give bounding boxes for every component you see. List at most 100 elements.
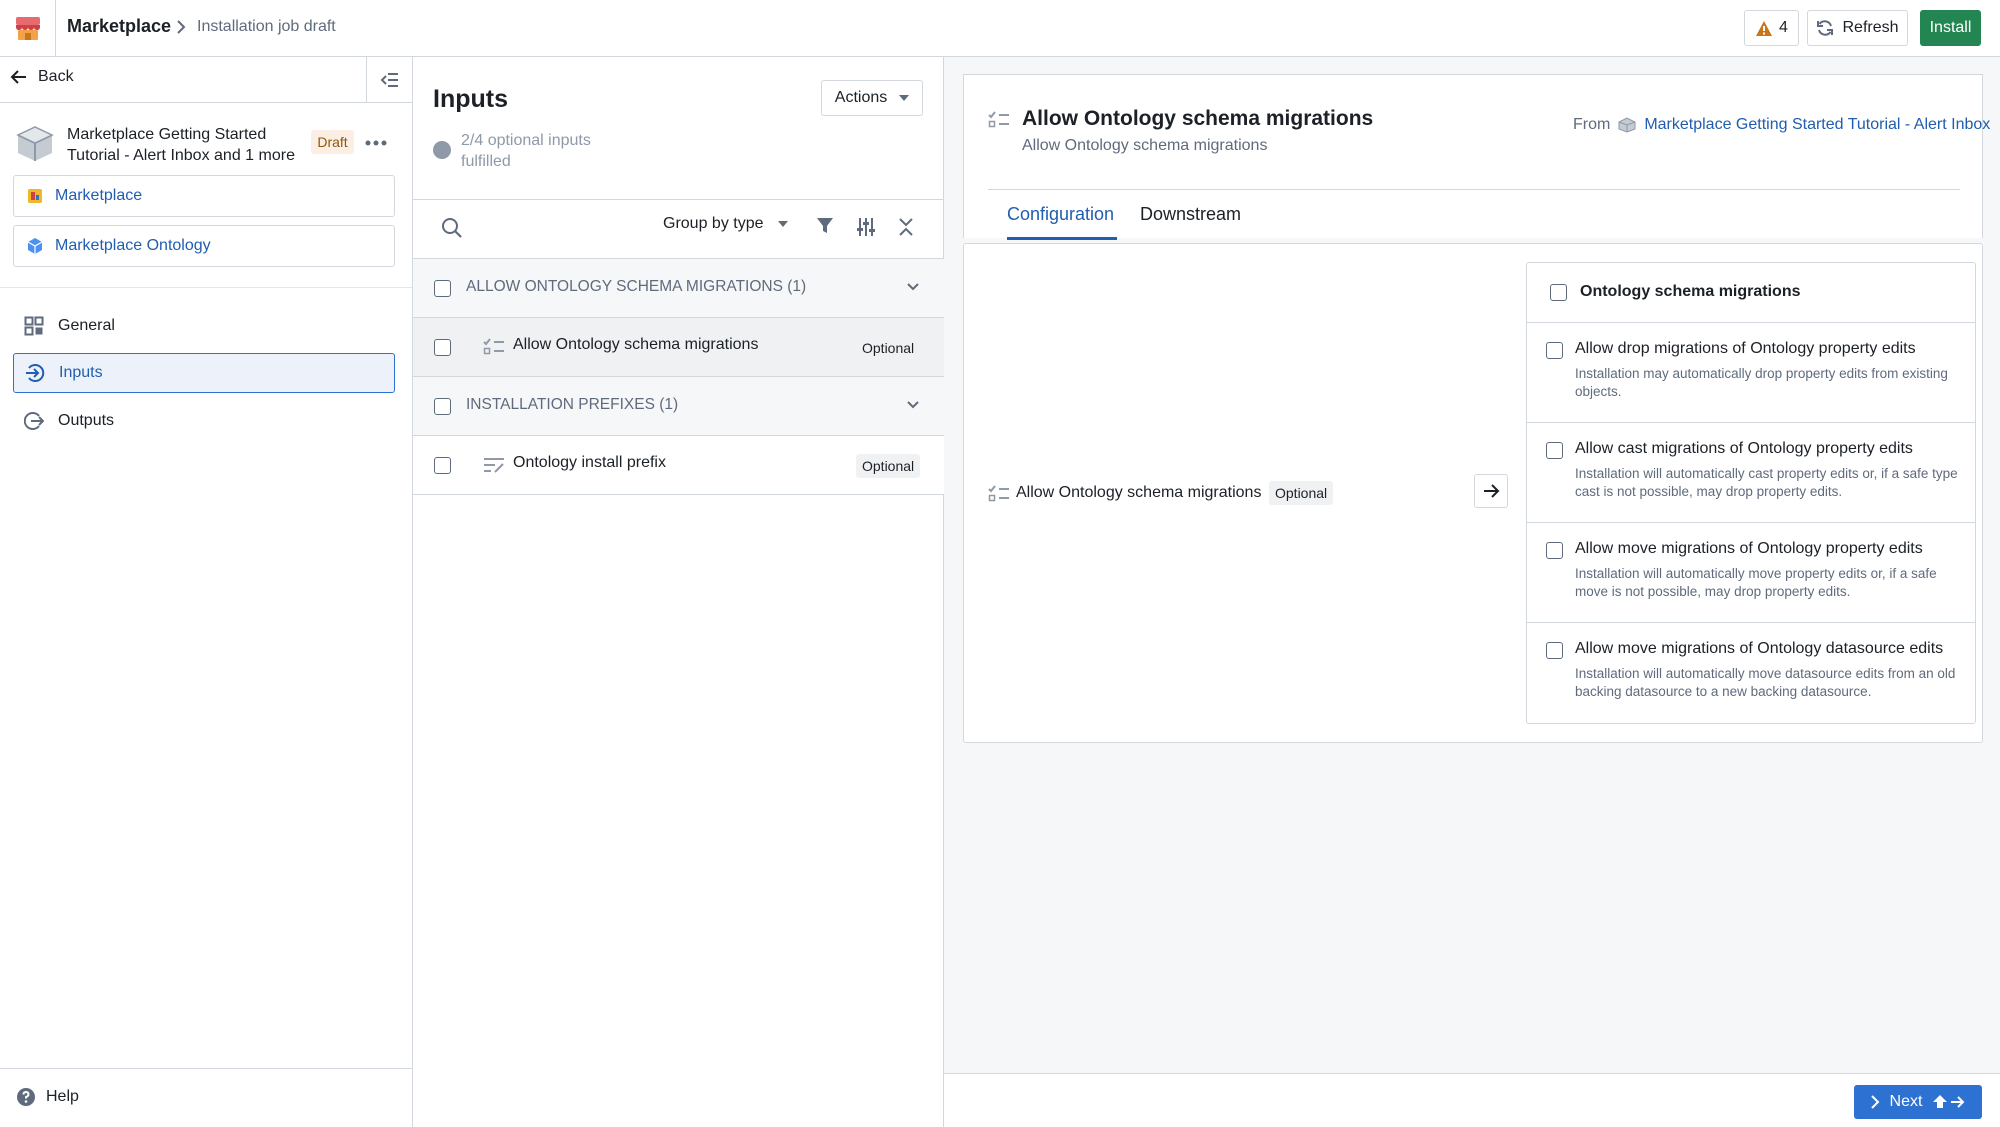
detail-header: Allow Ontology schema migrations Allow O… xyxy=(963,74,1990,240)
actions-label: Actions xyxy=(834,89,888,106)
warning-count: 4 xyxy=(1779,19,1788,36)
nav-label-general: General xyxy=(58,317,115,334)
option-row: Allow cast migrations of Ontology proper… xyxy=(1527,423,1975,523)
option-row: Allow drop migrations of Ontology proper… xyxy=(1527,323,1975,423)
optional-badge: Optional xyxy=(1269,481,1334,505)
item-checkbox[interactable] xyxy=(434,457,451,474)
filter-icon[interactable] xyxy=(816,217,834,235)
nav-label-outputs: Outputs xyxy=(58,412,115,429)
tab-downstream[interactable]: Downstream xyxy=(1140,204,1241,225)
source-reference: From Marketplace Getting Started Tutoria… xyxy=(1573,116,1990,134)
arrow-left-icon xyxy=(10,70,26,84)
help-button[interactable]: Help xyxy=(16,1087,79,1107)
next-label: Next xyxy=(1889,1093,1923,1110)
grid-icon xyxy=(24,316,44,336)
collapse-all-icon[interactable] xyxy=(897,217,915,237)
inputs-panel: Inputs Actions 2/4 optional inputs fulfi… xyxy=(413,57,944,1127)
sidebar: Back Marketplace Getting Started Tutoria… xyxy=(0,57,413,1127)
refresh-label: Refresh xyxy=(1842,19,1899,36)
option-title: Allow move migrations of Ontology dataso… xyxy=(1575,640,1944,657)
options-header-label: Ontology schema migrations xyxy=(1580,283,1801,300)
help-label: Help xyxy=(46,1088,79,1105)
group-row[interactable]: ALLOW ONTOLOGY SCHEMA MIGRATIONS (1) xyxy=(413,259,944,318)
divider xyxy=(413,199,944,200)
checklist-icon xyxy=(483,338,505,356)
warnings-button[interactable]: 4 xyxy=(1744,10,1799,46)
group-checkbox[interactable] xyxy=(434,398,451,415)
option-row: Allow move migrations of Ontology dataso… xyxy=(1527,623,1975,723)
chevron-down-icon[interactable] xyxy=(906,398,920,412)
detail-subtitle: Allow Ontology schema migrations xyxy=(1022,137,1268,154)
list-item[interactable]: Ontology install prefix Optional xyxy=(413,436,944,495)
option-description: Installation will automatically move dat… xyxy=(1575,666,1956,699)
nav-label-inputs: Inputs xyxy=(59,364,103,381)
breadcrumb-app[interactable]: Marketplace xyxy=(67,16,171,37)
log-in-icon xyxy=(26,364,45,382)
detail-panel: Allow Ontology schema migrations Allow O… xyxy=(944,57,2000,1127)
optional-badge: Optional xyxy=(856,336,921,360)
install-button[interactable]: Install xyxy=(1920,10,1981,46)
collapse-sidebar-button[interactable] xyxy=(366,57,412,103)
help-icon xyxy=(17,1088,35,1106)
chevron-down-icon[interactable] xyxy=(906,280,920,294)
group-label: INSTALLATION PREFIXES (1) xyxy=(466,396,679,413)
nav-item-outputs[interactable]: Outputs xyxy=(13,401,395,441)
marketplace-logo-icon[interactable] xyxy=(0,0,56,56)
option-checkbox[interactable] xyxy=(1546,442,1563,459)
nav-item-inputs[interactable]: Inputs xyxy=(13,353,395,393)
marketplace-ontology-link[interactable]: Marketplace Ontology xyxy=(13,225,395,267)
progress-text: 2/4 optional inputs fulfilled xyxy=(461,132,591,170)
ontology-link-label: Marketplace Ontology xyxy=(55,237,211,254)
optional-badge: Optional xyxy=(856,454,921,478)
progress-indicator xyxy=(433,141,451,159)
refresh-icon xyxy=(1817,20,1834,36)
nav-item-general[interactable]: General xyxy=(13,306,395,346)
select-all-checkbox[interactable] xyxy=(1550,284,1567,301)
log-out-icon xyxy=(24,412,44,430)
marketplace-link[interactable]: Marketplace xyxy=(13,175,395,217)
migration-options: Ontology schema migrations Allow drop mi… xyxy=(1526,262,1976,724)
go-to-input-button[interactable] xyxy=(1474,474,1508,508)
group-row[interactable]: INSTALLATION PREFIXES (1) xyxy=(413,377,944,436)
draft-badge: Draft xyxy=(311,130,354,154)
divider xyxy=(0,287,412,288)
list-item[interactable]: Allow Ontology schema migrations Optiona… xyxy=(413,318,944,377)
checklist-icon xyxy=(988,485,1010,503)
group-by-dropdown[interactable]: Group by type xyxy=(663,215,788,233)
marketplace-icon xyxy=(28,189,42,203)
sliders-icon[interactable] xyxy=(856,217,876,237)
arrow-right-icon xyxy=(1484,484,1500,498)
active-tab-indicator xyxy=(1007,237,1117,240)
option-description: Installation will automatically move pro… xyxy=(1575,566,1937,599)
option-checkbox[interactable] xyxy=(1546,642,1563,659)
inputs-title: Inputs xyxy=(433,85,508,113)
from-label: From xyxy=(1573,116,1611,133)
option-title: Allow move migrations of Ontology proper… xyxy=(1575,540,1923,557)
group-by-label: Group by type xyxy=(663,215,764,232)
package-box-icon xyxy=(14,123,56,163)
source-link[interactable]: Marketplace Getting Started Tutorial - A… xyxy=(1644,116,1990,134)
refresh-button[interactable]: Refresh xyxy=(1807,10,1908,46)
option-description: Installation may automatically drop prop… xyxy=(1575,366,1948,399)
caret-down-icon xyxy=(777,221,788,227)
menu-closed-icon xyxy=(380,73,398,87)
divider xyxy=(988,189,1960,190)
search-icon[interactable] xyxy=(441,217,463,239)
group-checkbox[interactable] xyxy=(434,280,451,297)
option-checkbox[interactable] xyxy=(1546,342,1563,359)
item-checkbox[interactable] xyxy=(434,339,451,356)
configuration-card: Allow Ontology schema migrations Optiona… xyxy=(963,243,1983,743)
breadcrumb-page: Installation job draft xyxy=(197,18,336,35)
option-checkbox[interactable] xyxy=(1546,542,1563,559)
warning-icon xyxy=(1756,20,1773,36)
more-options-icon[interactable] xyxy=(364,131,388,155)
tab-configuration[interactable]: Configuration xyxy=(1007,204,1114,239)
back-button[interactable]: Back xyxy=(10,68,74,86)
chevron-right-icon xyxy=(175,19,187,35)
next-button[interactable]: Next xyxy=(1854,1085,1982,1119)
actions-dropdown[interactable]: Actions xyxy=(821,80,923,116)
top-bar: Marketplace Installation job draft 4 Ref… xyxy=(0,0,2000,57)
checklist-icon xyxy=(988,111,1010,129)
option-row: Allow move migrations of Ontology proper… xyxy=(1527,523,1975,623)
option-description: Installation will automatically cast pro… xyxy=(1575,466,1958,499)
